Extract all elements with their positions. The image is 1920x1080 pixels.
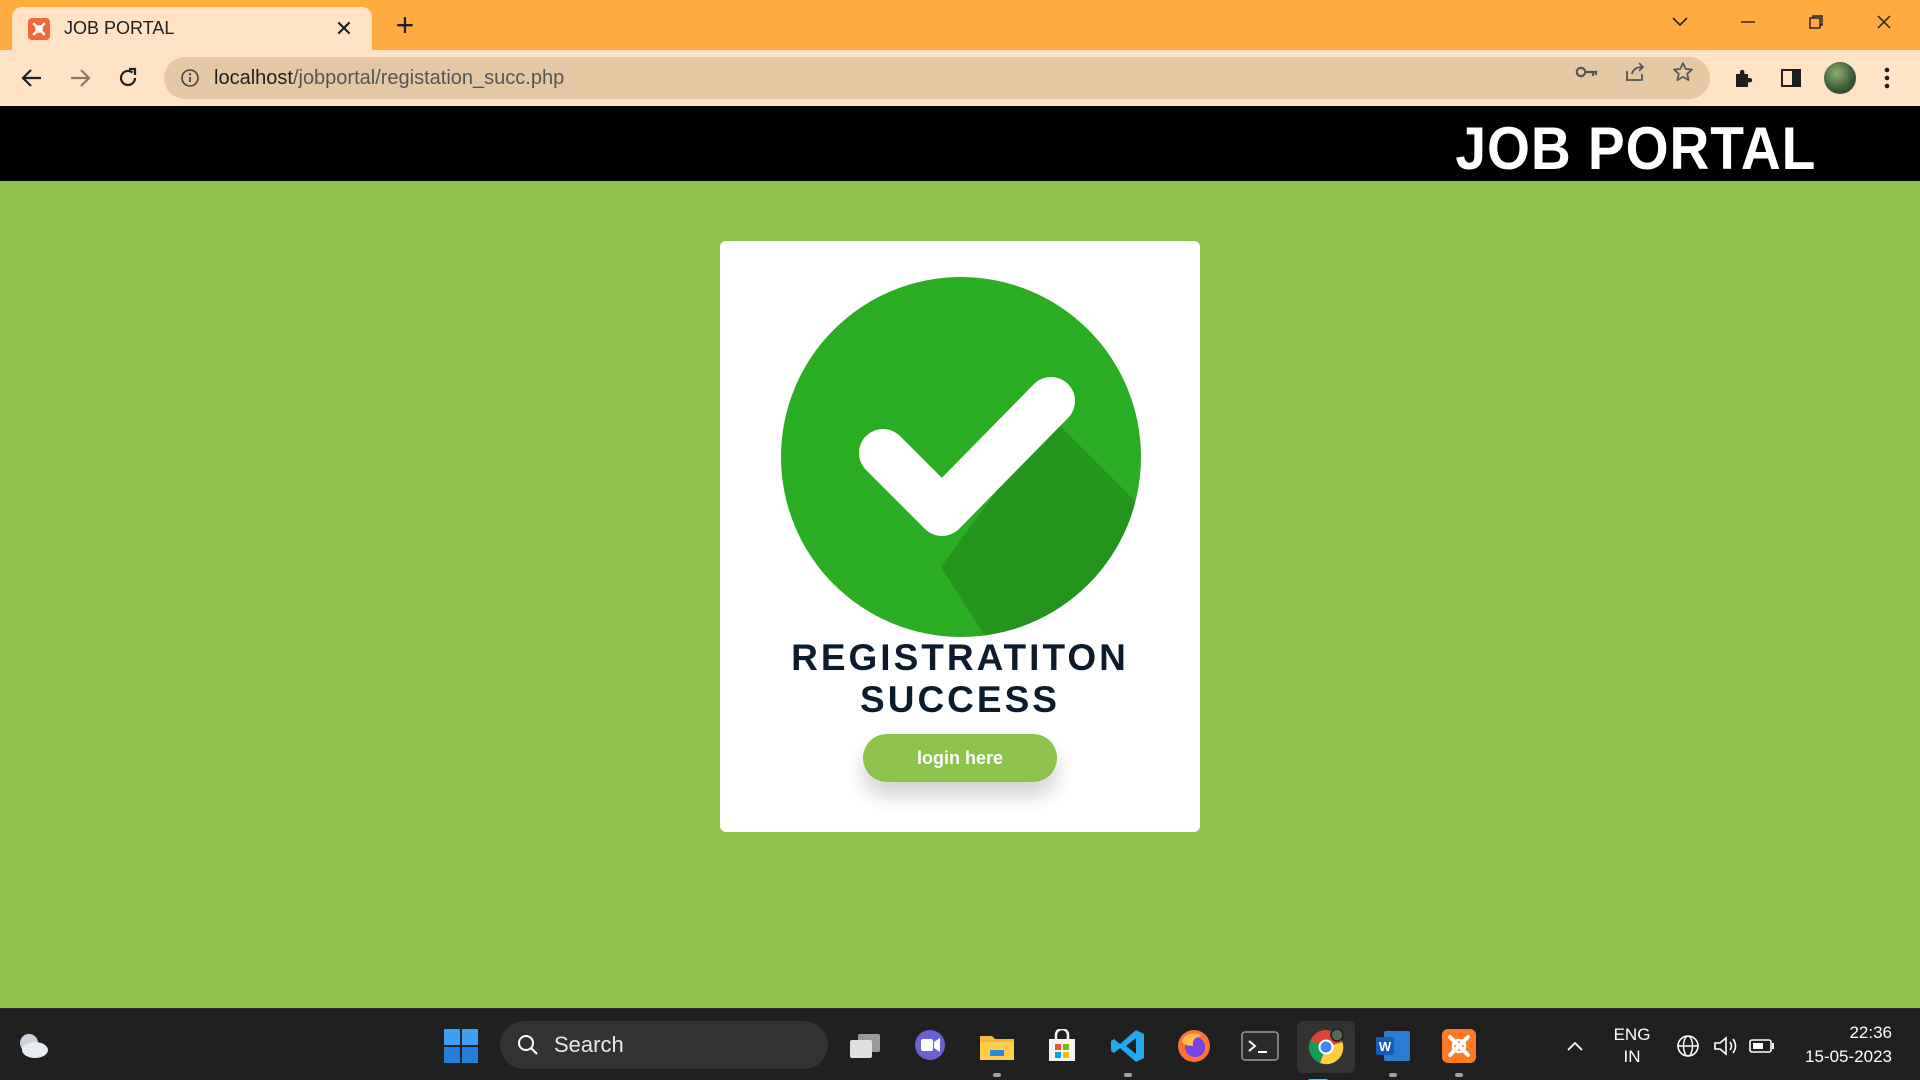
reload-icon[interactable]	[112, 62, 144, 94]
terminal-icon[interactable]	[1239, 1025, 1281, 1067]
search-icon	[518, 1035, 538, 1055]
success-message: REGISTRATITON SUCCESS	[720, 637, 1200, 721]
chrome-icon[interactable]	[1297, 1021, 1355, 1080]
network-globe-icon[interactable]	[1668, 1025, 1708, 1067]
system-clock[interactable]: 22:36 15-05-2023	[1805, 1021, 1892, 1069]
site-brand: JOB PORTAL	[1455, 115, 1816, 182]
taskbar-search[interactable]: Search	[500, 1021, 828, 1069]
key-icon[interactable]	[1574, 59, 1600, 85]
restore-icon[interactable]	[1782, 0, 1850, 44]
windows-taskbar: Search W ENG IN 22:36 15-05-2023	[0, 1008, 1920, 1080]
browser-tabstrip: JOB PORTAL ✕ +	[0, 0, 1920, 50]
microsoft-store-icon[interactable]	[1041, 1025, 1083, 1067]
xampp-icon[interactable]	[1438, 1025, 1480, 1077]
address-bar[interactable]: localhost/jobportal/registation_succ.php	[164, 57, 1710, 99]
battery-icon[interactable]	[1742, 1025, 1782, 1067]
browser-toolbar: localhost/jobportal/registation_succ.php	[0, 50, 1920, 106]
profile-avatar[interactable]	[1824, 62, 1856, 94]
language-code: ENG	[1613, 1025, 1651, 1044]
word-icon[interactable]: W	[1372, 1025, 1414, 1077]
browser-tab[interactable]: JOB PORTAL ✕	[12, 7, 372, 50]
success-check-icon	[781, 277, 1141, 637]
registration-success-card: REGISTRATITON SUCCESS login here	[720, 241, 1200, 832]
bookmark-star-icon[interactable]	[1670, 59, 1696, 85]
firefox-icon[interactable]	[1173, 1025, 1215, 1067]
share-icon[interactable]	[1622, 59, 1648, 85]
clock-date: 15-05-2023	[1805, 1047, 1892, 1066]
search-label: Search	[554, 1032, 624, 1057]
file-explorer-icon[interactable]	[976, 1025, 1018, 1077]
teams-chat-icon[interactable]	[909, 1025, 951, 1067]
tab-close-icon[interactable]: ✕	[332, 16, 356, 42]
forward-icon[interactable]	[64, 62, 96, 94]
clock-time: 22:36	[1849, 1023, 1892, 1042]
volume-icon[interactable]	[1706, 1025, 1746, 1067]
url-text: localhost/jobportal/registation_succ.php	[214, 66, 565, 89]
close-window-icon[interactable]	[1850, 0, 1918, 44]
task-view-icon[interactable]	[844, 1025, 886, 1067]
login-here-button[interactable]: login here	[863, 734, 1057, 782]
back-icon[interactable]	[16, 62, 48, 94]
new-tab-icon[interactable]: +	[390, 9, 420, 41]
tab-search-icon[interactable]	[1646, 0, 1714, 44]
success-message-line2: SUCCESS	[860, 679, 1060, 720]
region-code: IN	[1623, 1047, 1641, 1066]
language-indicator[interactable]: ENG IN	[1606, 1024, 1658, 1068]
side-panel-icon[interactable]	[1776, 63, 1806, 93]
minimize-icon[interactable]	[1714, 0, 1782, 44]
browser-menu-icon[interactable]	[1872, 63, 1902, 93]
weather-widget-icon[interactable]	[12, 1025, 54, 1067]
extensions-icon[interactable]	[1728, 63, 1758, 93]
start-windows-icon[interactable]	[440, 1025, 482, 1067]
tab-title: JOB PORTAL	[64, 18, 175, 38]
vscode-icon[interactable]	[1107, 1025, 1149, 1077]
xampp-favicon-icon	[28, 17, 50, 40]
site-header: JOB PORTAL	[0, 106, 1920, 182]
success-message-line1: REGISTRATITON	[791, 637, 1129, 678]
show-hidden-icons-icon[interactable]	[1554, 1025, 1596, 1067]
site-info-icon[interactable]	[178, 66, 202, 90]
svg-text:W: W	[1379, 1039, 1392, 1054]
